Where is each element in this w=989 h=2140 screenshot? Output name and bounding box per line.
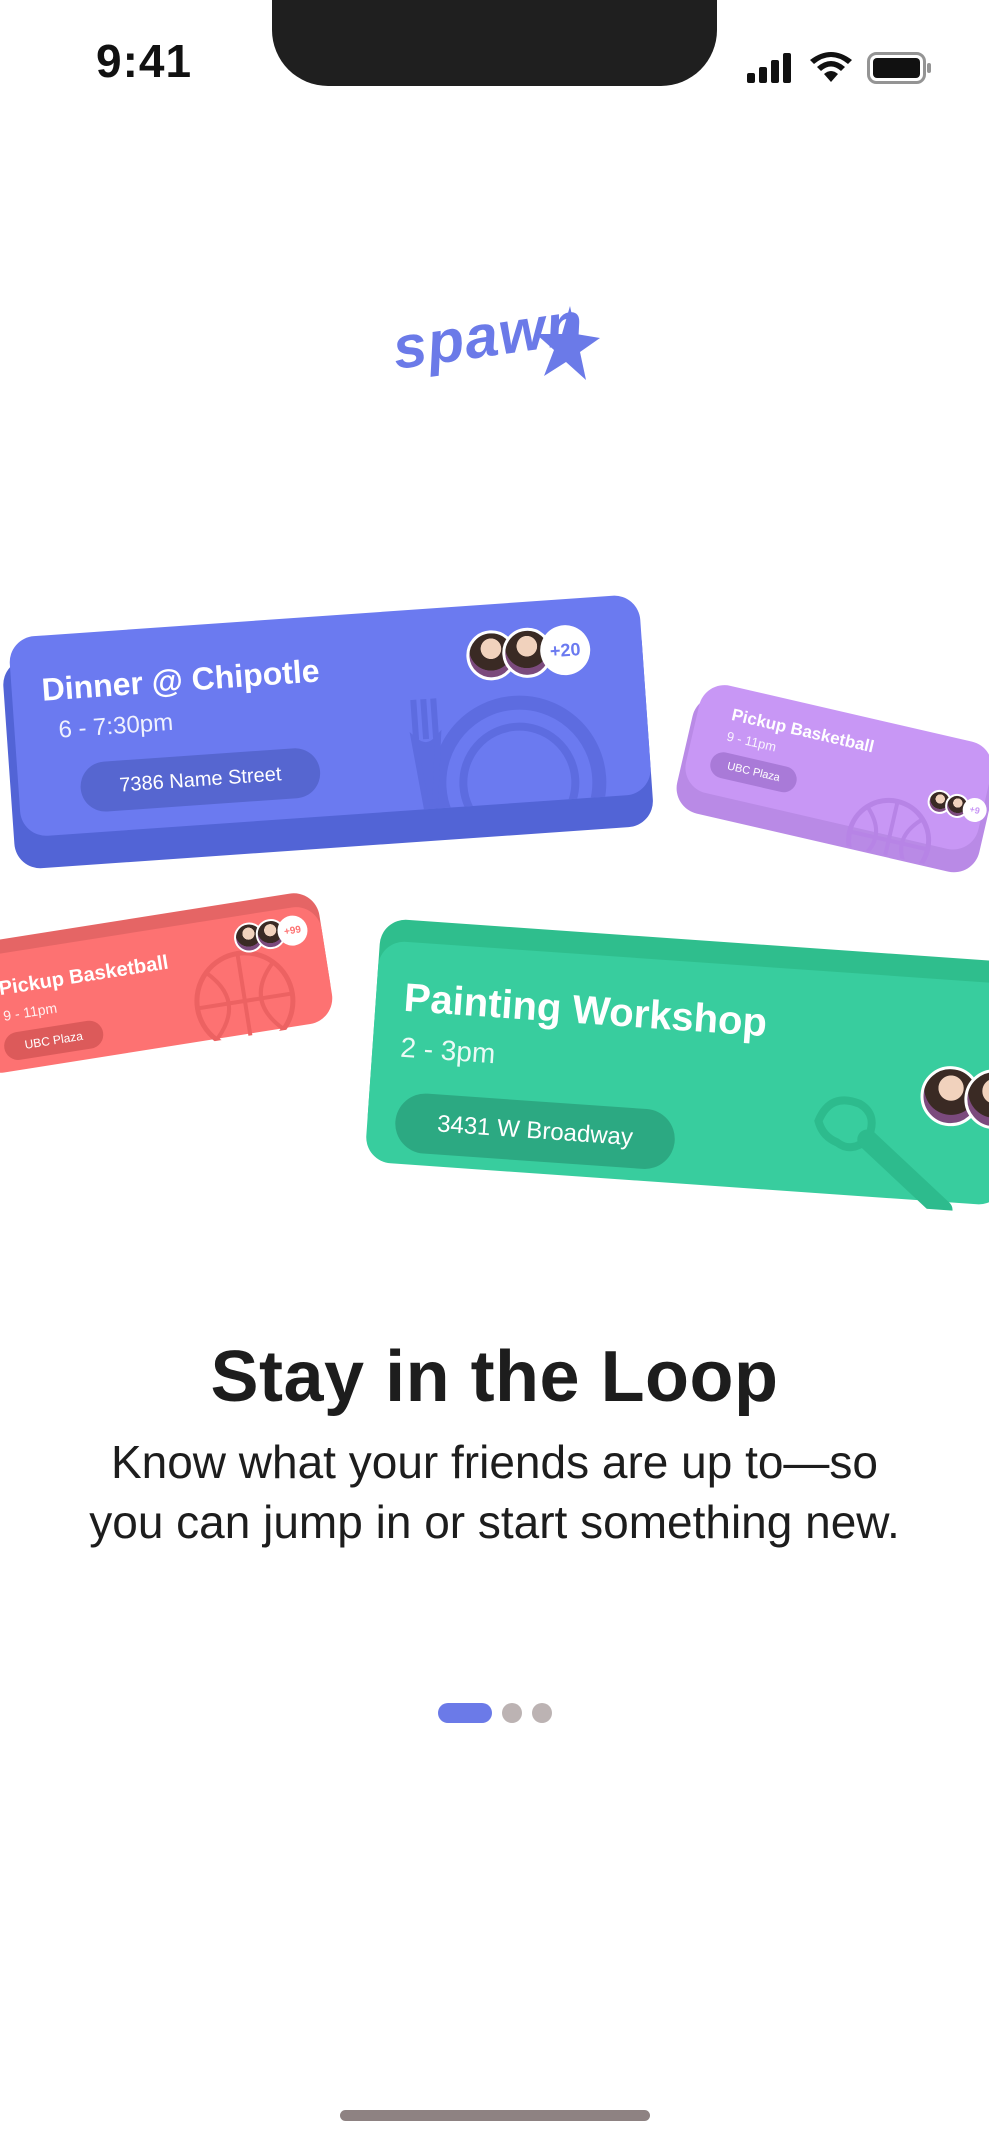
- logo-star-icon: [536, 306, 600, 380]
- onboarding-headline: Stay in the Loop: [210, 1337, 779, 1417]
- wifi-icon: [810, 52, 852, 82]
- page-dot[interactable]: [531, 1703, 552, 1723]
- event-card-dinner[interactable]: Dinner @ Chipotle 6 - 7:30pm 7386 Name S…: [1, 593, 655, 870]
- cellular-signal-icon: [747, 53, 791, 83]
- page-indicator: [0, 1703, 989, 1723]
- page-dot[interactable]: [501, 1703, 522, 1723]
- page-dot-active[interactable]: [437, 1703, 492, 1723]
- card-time: 2 - 3pm: [399, 1031, 497, 1070]
- onboarding-subtext: Know what your friends are up to—so you …: [89, 1436, 900, 1548]
- event-card-basketball-purple[interactable]: Pickup Basketball 9 - 11pm UBC Plaza +9: [671, 680, 989, 878]
- battery-icon: [867, 52, 931, 84]
- dinner-plate-icon: [409, 695, 607, 811]
- status-icons: [745, 52, 933, 84]
- attendee-avatars: [918, 1064, 989, 1132]
- app-logo: spawn: [389, 289, 602, 400]
- event-card-basketball-red[interactable]: Pickup Basketball 9 - 11pm UBC Plaza +99: [0, 889, 337, 1077]
- attendee-avatars: +20: [464, 623, 592, 683]
- device-notch: [272, 0, 717, 86]
- home-indicator[interactable]: [340, 2110, 650, 2121]
- status-bar: 9:41: [0, 0, 989, 110]
- event-card-painting[interactable]: Painting Workshop 2 - 3pm 3431 W Broadwa…: [364, 918, 989, 1211]
- basketball-icon: [194, 950, 296, 1045]
- status-time: 9:41: [96, 35, 193, 87]
